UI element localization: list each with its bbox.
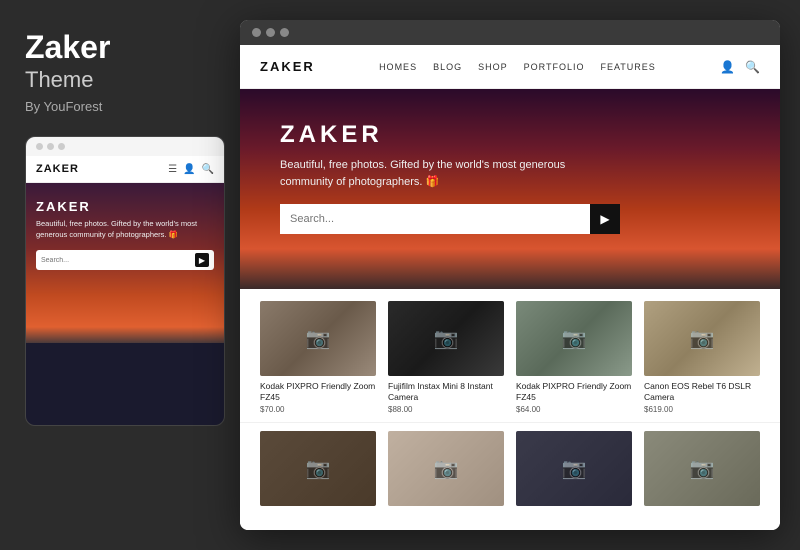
mobile-dot-1 (36, 143, 43, 150)
product-image-2: 📷 (516, 301, 632, 376)
mobile-hero: ZAKER Beautiful, free photos. Gifted by … (26, 183, 224, 343)
product-image-row2-2: 📷 (516, 431, 632, 506)
camera-icon-1: 📷 (434, 326, 459, 351)
product-price-3: $619.00 (644, 405, 760, 414)
left-panel: Zaker Theme By YouForest ZAKER ☰ 👤 🔍 ZAK… (0, 0, 240, 550)
desktop-titlebar (240, 20, 780, 45)
mobile-dot-3 (58, 143, 65, 150)
nav-link-homes[interactable]: HOMES (379, 62, 417, 72)
theme-subtitle: Theme (25, 67, 215, 93)
product-card-row2-3[interactable]: 📷 (644, 431, 760, 511)
product-image-3: 📷 (644, 301, 760, 376)
product-image-1: 📷 (388, 301, 504, 376)
desktop-hero: ZAKER Beautiful, free photos. Gifted by … (240, 89, 780, 289)
mobile-search-input[interactable] (41, 257, 195, 264)
mobile-hero-description: Beautiful, free photos. Gifted by the wo… (36, 219, 214, 240)
mobile-nav: ZAKER ☰ 👤 🔍 (26, 156, 224, 183)
mobile-search-icon[interactable]: 🔍 (202, 164, 214, 175)
desktop-preview: ZAKER HOMES BLOG SHOP PORTFOLIO FEATURES… (240, 20, 780, 530)
product-image-row2-1: 📷 (388, 431, 504, 506)
product-card-row2-2[interactable]: 📷 (516, 431, 632, 511)
mobile-menu-icon[interactable]: ☰ (168, 164, 177, 175)
desktop-user-icon[interactable]: 👤 (720, 60, 735, 74)
product-image-row2-3: 📷 (644, 431, 760, 506)
desktop-search-bar[interactable]: ▶ (280, 204, 620, 234)
desktop-search-button[interactable]: ▶ (590, 204, 620, 234)
desktop-dot-2 (266, 28, 275, 37)
desktop-search-submit-icon: ▶ (600, 212, 609, 226)
product-card-0[interactable]: 📷 Kodak PIXPRO Friendly Zoom FZ45 $70.00 (260, 301, 376, 414)
mobile-hero-title: ZAKER (36, 199, 214, 214)
product-image-0: 📷 (260, 301, 376, 376)
desktop-nav-logo: ZAKER (260, 59, 315, 74)
product-price-0: $70.00 (260, 405, 376, 414)
product-card-1[interactable]: 📷 Fujifilm Instax Mini 8 Instant Camera … (388, 301, 504, 414)
product-card-row2-0[interactable]: 📷 (260, 431, 376, 511)
product-card-2[interactable]: 📷 Kodak PIXPRO Friendly Zoom FZ45 $64.00 (516, 301, 632, 414)
mobile-titlebar (26, 137, 224, 156)
camera-icon-row2-2: 📷 (562, 456, 587, 481)
product-price-2: $64.00 (516, 405, 632, 414)
desktop-search-icon[interactable]: 🔍 (745, 60, 760, 74)
nav-link-blog[interactable]: BLOG (433, 62, 462, 72)
camera-icon-3: 📷 (690, 326, 715, 351)
desktop-dot-3 (280, 28, 289, 37)
mobile-nav-icons: ☰ 👤 🔍 (168, 164, 214, 175)
mobile-search-submit-icon: ▶ (199, 256, 205, 265)
desktop-hero-description: Beautiful, free photos. Gifted by the wo… (280, 157, 620, 190)
product-name-1: Fujifilm Instax Mini 8 Instant Camera (388, 381, 504, 403)
nav-link-features[interactable]: FEATURES (600, 62, 655, 72)
product-price-1: $88.00 (388, 405, 504, 414)
desktop-nav-right: 👤 🔍 (720, 60, 760, 74)
desktop-dot-1 (252, 28, 261, 37)
product-name-0: Kodak PIXPRO Friendly Zoom FZ45 (260, 381, 376, 403)
nav-link-portfolio[interactable]: PORTFOLIO (524, 62, 585, 72)
product-card-3[interactable]: 📷 Canon EOS Rebel T6 DSLR Camera $619.00 (644, 301, 760, 414)
mobile-search-bar[interactable]: ▶ (36, 250, 214, 270)
product-name-2: Kodak PIXPRO Friendly Zoom FZ45 (516, 381, 632, 403)
nav-link-shop[interactable]: SHOP (478, 62, 508, 72)
product-image-row2-0: 📷 (260, 431, 376, 506)
desktop-nav-links: HOMES BLOG SHOP PORTFOLIO FEATURES (379, 62, 656, 72)
camera-icon-row2-3: 📷 (690, 456, 715, 481)
desktop-search-input[interactable] (280, 204, 590, 234)
camera-icon-row2-0: 📷 (306, 456, 331, 481)
theme-author: By YouForest (25, 99, 215, 114)
camera-icon-0: 📷 (306, 326, 331, 351)
camera-icon-2: 📷 (562, 326, 587, 351)
products-row-2: 📷 📷 📷 📷 (240, 422, 780, 519)
product-name-3: Canon EOS Rebel T6 DSLR Camera (644, 381, 760, 403)
desktop-nav: ZAKER HOMES BLOG SHOP PORTFOLIO FEATURES… (240, 45, 780, 89)
theme-title: Zaker (25, 30, 215, 65)
mobile-nav-logo: ZAKER (36, 163, 79, 175)
product-card-row2-1[interactable]: 📷 (388, 431, 504, 511)
products-row-1: 📷 Kodak PIXPRO Friendly Zoom FZ45 $70.00… (240, 289, 780, 422)
mobile-dot-2 (47, 143, 54, 150)
mobile-search-button[interactable]: ▶ (195, 253, 209, 267)
desktop-hero-title: ZAKER (280, 121, 740, 149)
mobile-user-icon[interactable]: 👤 (183, 164, 195, 175)
products-section: 📷 Kodak PIXPRO Friendly Zoom FZ45 $70.00… (240, 289, 780, 530)
mobile-preview: ZAKER ☰ 👤 🔍 ZAKER Beautiful, free photos… (25, 136, 225, 426)
camera-icon-row2-1: 📷 (434, 456, 459, 481)
